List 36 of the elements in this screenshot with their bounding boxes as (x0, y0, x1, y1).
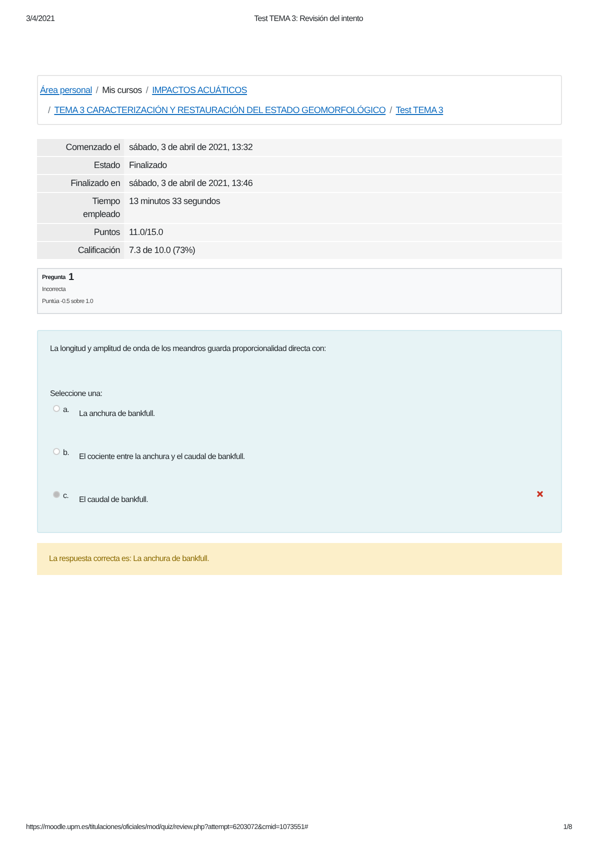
table-header-cell: Comenzado el (37, 139, 124, 156)
option-letter: a. (63, 404, 70, 416)
radio-button[interactable] (53, 405, 60, 412)
table-cell: 7.3 de 10.0 (73%) (124, 242, 562, 259)
table-cell: 11.0/15.0 (124, 224, 562, 241)
separator-slash: / (390, 104, 392, 117)
separator-slash: / (146, 84, 148, 97)
breadcrumb-link[interactable]: IMPACTOS ACUÁTICOS (152, 80, 247, 100)
table-header-cell: Tiempo empleado (37, 193, 124, 223)
breadcrumb-link[interactable]: TEMA 3 CARACTERIZACIÓN Y RESTAURACIÓN DEL ESTADO GEOMORFOLÓGICO (54, 100, 386, 120)
breadcrumb-link[interactable]: Test TEMA 3 (396, 100, 444, 120)
separator-slash: / (96, 84, 98, 97)
print-title: Test TEMA 3: Revisión del intento (254, 13, 363, 25)
table-header-cell: Finalizado en (37, 175, 124, 192)
separator-slash: / (48, 104, 50, 117)
option-text: El caudal de bankfull. (79, 494, 148, 506)
breadcrumb-link[interactable]: Área personal (40, 80, 92, 100)
radio-button[interactable] (53, 448, 60, 455)
option-letter: b. (63, 447, 70, 459)
option-text: La anchura de bankfull. (79, 408, 155, 420)
question-text: La longitud y amplitud de onda de los meandros guarda proporcionalidad directa con: (50, 343, 327, 355)
table-cell: 13 minutos 33 segundos (124, 193, 562, 223)
option-letter: c. (63, 490, 70, 502)
print-date: 3/4/2021 (26, 13, 55, 25)
table-header-cell: Estado (37, 157, 124, 174)
table-cell: Finalizado (124, 157, 562, 174)
answer-prompt: Seleccione una: (50, 388, 104, 400)
table-header-cell: Puntos (37, 224, 124, 241)
breadcrumb-text: Mis cursos (102, 84, 142, 97)
question-number: 1 (68, 273, 74, 283)
radio-button[interactable] (53, 491, 60, 498)
table-cell: sábado, 3 de abril de 2021, 13:32 (124, 139, 562, 156)
table-cell: sábado, 3 de abril de 2021, 13:46 (124, 175, 562, 192)
option-text: El cociente entre la anchura y el caudal de bankfull. (79, 451, 245, 463)
table-header-cell: Calificación (37, 242, 124, 259)
correct-answer-text: La respuesta correcta es: La anchura de bankfull. (49, 554, 209, 563)
